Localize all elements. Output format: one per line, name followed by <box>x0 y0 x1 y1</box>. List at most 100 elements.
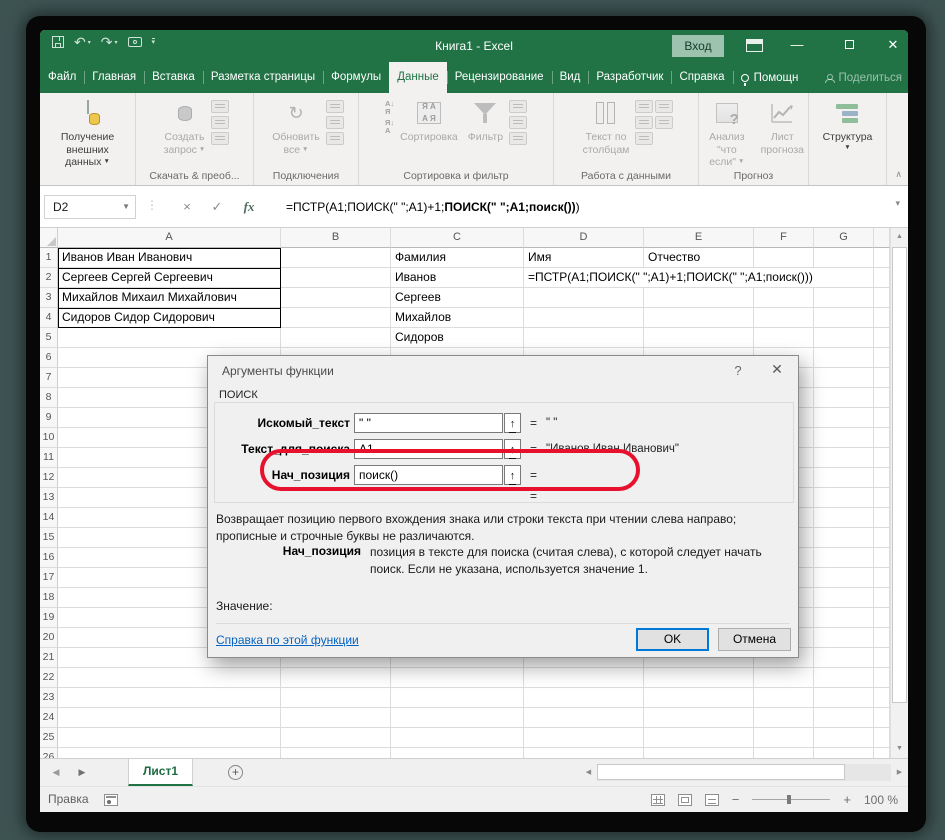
row-header-26[interactable]: 26 <box>40 748 58 758</box>
normal-view-icon[interactable] <box>650 793 665 806</box>
remove-duplicates-icon[interactable] <box>635 116 654 129</box>
collapse-ribbon-icon[interactable]: ∧ <box>895 169 902 180</box>
prev-sheet-icon[interactable]: ◀ <box>46 759 66 786</box>
row-header-25[interactable]: 25 <box>40 728 58 748</box>
minimize-button[interactable]: — <box>780 30 814 62</box>
field-input-Нач_позиция[interactable]: поиск() <box>354 465 503 485</box>
scroll-down-icon[interactable]: ▼ <box>891 740 908 758</box>
cell-C1[interactable]: Фамилия <box>391 248 524 267</box>
ribbon-button-Сортировка[interactable]: Я А А Я Сортировка <box>396 95 462 144</box>
reapply-filter-icon[interactable] <box>509 116 528 129</box>
ok-button[interactable]: OK <box>636 628 709 651</box>
column-header-partial[interactable] <box>874 228 890 248</box>
collapse-dialog-icon[interactable]: ↑ <box>504 413 521 433</box>
properties-icon[interactable] <box>325 116 344 129</box>
cell-A1[interactable]: Иванов Иван Иванович <box>58 248 281 267</box>
scroll-up-icon[interactable]: ▲ <box>891 228 908 246</box>
ribbon-button-Текст по столбцам[interactable]: Текст по столбцам <box>579 95 634 156</box>
close-button[interactable]: ✕ <box>876 30 908 62</box>
row-header-18[interactable]: 18 <box>40 588 58 608</box>
row-header-12[interactable]: 12 <box>40 468 58 488</box>
ribbon-display-options-icon[interactable] <box>746 39 763 52</box>
column-header-D[interactable]: D <box>524 228 644 248</box>
cell-C2[interactable]: Иванов <box>391 268 524 287</box>
collapse-dialog-icon[interactable]: ↑ <box>504 465 521 485</box>
cell-D1[interactable]: Имя <box>524 248 644 267</box>
ribbon-button-Фильтр[interactable]: Фильтр <box>464 95 507 144</box>
formula-input[interactable]: =ПСТР(A1;ПОИСК(" ";A1)+1;ПОИСК(" ";A1;по… <box>286 195 580 219</box>
sort-az-icon[interactable]: А↓ Я <box>385 100 394 116</box>
cancel-button[interactable]: Отмена <box>718 628 791 651</box>
page-layout-view-icon[interactable] <box>677 793 692 806</box>
row-header-13[interactable]: 13 <box>40 488 58 508</box>
row-header-21[interactable]: 21 <box>40 648 58 668</box>
row-header-4[interactable]: 4 <box>40 308 58 328</box>
signin-button[interactable]: Вход <box>672 35 724 57</box>
dialog-help-icon[interactable]: ? <box>728 363 748 378</box>
row-header-17[interactable]: 17 <box>40 568 58 588</box>
show-queries-icon[interactable] <box>211 100 230 113</box>
row-header-22[interactable]: 22 <box>40 668 58 688</box>
macro-record-icon[interactable] <box>104 794 118 806</box>
zoom-slider-thumb[interactable] <box>787 795 792 804</box>
share-button[interactable]: Поделиться <box>825 62 902 93</box>
row-header-5[interactable]: 5 <box>40 328 58 348</box>
tab-Вставка[interactable]: Вставка <box>144 62 203 93</box>
row-header-7[interactable]: 7 <box>40 368 58 388</box>
row-header-19[interactable]: 19 <box>40 608 58 628</box>
flash-fill-icon[interactable] <box>635 100 654 113</box>
column-header-C[interactable]: C <box>391 228 524 248</box>
ribbon-button-Получение внешних данных[interactable]: Получение внешних данных ▼ <box>40 95 135 169</box>
row-header-10[interactable]: 10 <box>40 428 58 448</box>
dialog-close-icon[interactable]: ✕ <box>764 361 790 378</box>
sort-za-icon[interactable]: Я↓ А <box>385 119 394 135</box>
cell-C4[interactable]: Михайлов <box>391 308 524 327</box>
zoom-out-icon[interactable]: − <box>732 792 740 807</box>
data-validation-icon[interactable] <box>635 132 654 145</box>
cell-D2[interactable]: =ПСТР(A1;ПОИСК(" ";A1)+1;ПОИСК(" ";A1;по… <box>524 268 819 287</box>
zoom-slider[interactable] <box>752 794 831 805</box>
ribbon-button-Структура[interactable]: Структура ▼ <box>819 95 877 152</box>
cell-A4[interactable]: Сидоров Сидор Сидорович <box>58 308 281 327</box>
ribbon-button-Обновить все[interactable]: ↻ Обновить все ▼ <box>268 95 324 156</box>
clear-filter-icon[interactable] <box>509 100 528 113</box>
tab-Разработчик[interactable]: Разработчик <box>588 62 671 93</box>
edit-links-icon[interactable] <box>325 132 344 145</box>
tab-Справка[interactable]: Справка <box>671 62 732 93</box>
row-header-11[interactable]: 11 <box>40 448 58 468</box>
expand-formula-bar-icon[interactable]: ▾ <box>895 198 900 209</box>
tell-me-tab[interactable]: Помощн <box>732 62 807 93</box>
column-header-F[interactable]: F <box>754 228 814 248</box>
advanced-filter-icon[interactable] <box>509 132 528 145</box>
column-header-A[interactable]: A <box>58 228 281 248</box>
tab-Рецензирование[interactable]: Рецензирование <box>446 62 552 93</box>
tab-Вид[interactable]: Вид <box>551 62 589 93</box>
row-header-3[interactable]: 3 <box>40 288 58 308</box>
field-input-Текст_для_поиска[interactable]: A1 <box>354 439 503 459</box>
maximize-button[interactable] <box>832 30 866 62</box>
tab-Данные[interactable]: Данные <box>389 62 447 93</box>
cell-E1[interactable]: Отчество <box>644 248 754 267</box>
next-sheet-icon[interactable]: ▶ <box>72 759 92 786</box>
page-break-view-icon[interactable] <box>704 793 719 806</box>
row-header-24[interactable]: 24 <box>40 708 58 728</box>
name-box[interactable]: D2 ▼ <box>44 195 136 219</box>
collapse-dialog-icon[interactable]: ↑ <box>504 439 521 459</box>
row-header-20[interactable]: 20 <box>40 628 58 648</box>
scroll-right-icon[interactable]: ▶ <box>891 764 908 781</box>
row-header-8[interactable]: 8 <box>40 388 58 408</box>
tab-Разметка страницы[interactable]: Разметка страницы <box>202 62 323 93</box>
cancel-entry-icon[interactable]: × <box>174 195 200 219</box>
from-table-icon[interactable] <box>211 116 230 129</box>
connections-icon[interactable] <box>325 100 344 113</box>
new-sheet-icon[interactable]: + <box>228 765 243 780</box>
horizontal-scrollbar[interactable]: ◀ ▶ <box>580 764 908 781</box>
vscroll-thumb[interactable] <box>892 247 907 703</box>
zoom-level[interactable]: 100 % <box>864 793 898 807</box>
ribbon-button-Лист прогноза[interactable]: Лист прогноза <box>757 95 808 156</box>
function-help-link[interactable]: Справка по этой функции <box>216 633 359 647</box>
insert-function-icon[interactable]: fx <box>236 195 262 219</box>
row-header-15[interactable]: 15 <box>40 528 58 548</box>
relationships-icon[interactable] <box>655 116 674 129</box>
cell-C5[interactable]: Сидоров <box>391 328 524 347</box>
